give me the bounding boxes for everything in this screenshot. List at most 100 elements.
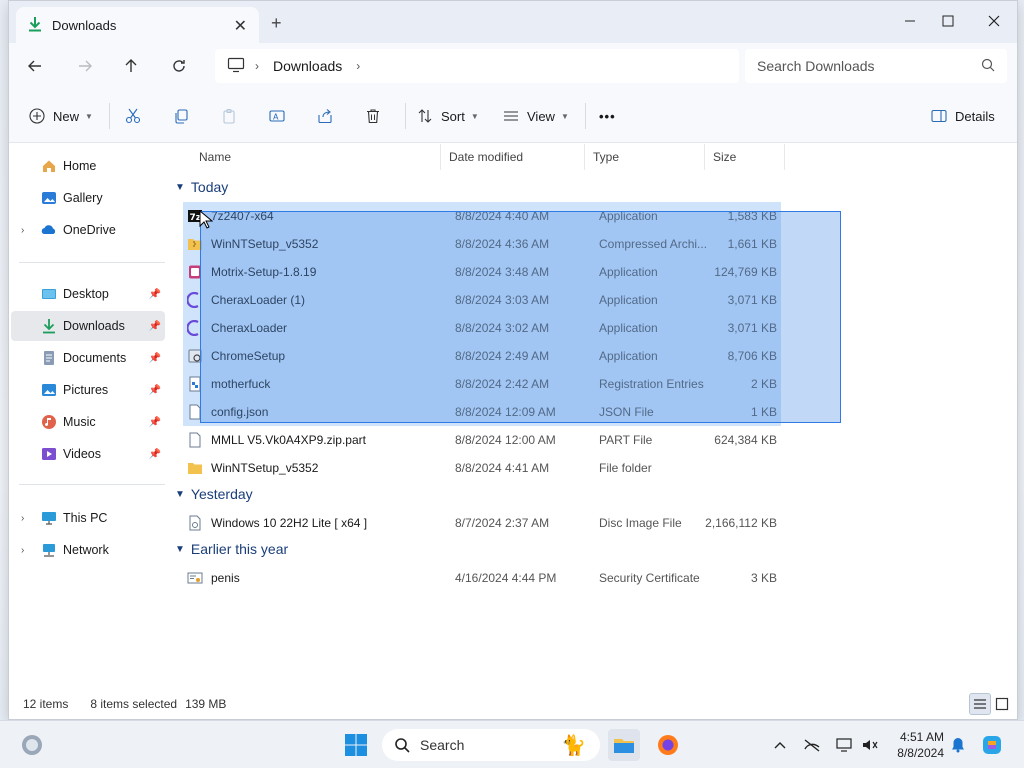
chevron-right-icon[interactable]: › xyxy=(21,513,24,524)
sidebar-item-music[interactable]: Music 📌 xyxy=(11,407,165,437)
sidebar-item-label: OneDrive xyxy=(63,223,116,237)
breadcrumb-chevron-icon[interactable]: › xyxy=(255,59,259,73)
sort-button[interactable]: Sort ▼ xyxy=(417,103,479,129)
group-header-earlier-this-year[interactable]: ▼ Earlier this year xyxy=(175,541,288,557)
view-label: View xyxy=(527,108,555,124)
taskbar-clock[interactable]: 4:51 AM 8/8/2024 xyxy=(880,729,944,761)
firefox-icon[interactable] xyxy=(652,729,684,761)
sidebar-item-downloads[interactable]: Downloads 📌 xyxy=(11,311,165,341)
start-button[interactable] xyxy=(340,729,372,761)
pin-icon[interactable]: 📌 xyxy=(149,289,161,300)
tab-close-button[interactable]: ✕ xyxy=(234,16,247,36)
widgets-icon[interactable] xyxy=(16,729,48,761)
cut-button[interactable] xyxy=(125,103,141,129)
file-date: 8/8/2024 4:36 AM xyxy=(455,237,550,251)
chevron-down-icon: ▼ xyxy=(175,181,185,193)
pin-icon[interactable]: 📌 xyxy=(149,449,161,460)
paste-button[interactable] xyxy=(221,103,237,129)
file-row[interactable]: WinNTSetup_v5352 8/8/2024 4:36 AM Compre… xyxy=(183,230,781,258)
volume-icon[interactable] xyxy=(860,735,880,755)
network-offline-icon[interactable] xyxy=(802,735,822,755)
certificate-icon xyxy=(187,570,203,586)
more-options-button[interactable]: ••• xyxy=(599,103,616,129)
file-row[interactable]: CheraxLoader (1) 8/8/2024 3:03 AM Applic… xyxy=(183,286,781,314)
file-name: CheraxLoader (1) xyxy=(211,293,306,307)
copilot-icon[interactable] xyxy=(976,729,1008,761)
file-row[interactable]: 7z 7z2407-x64 8/8/2024 4:40 AM Applicati… xyxy=(183,202,781,230)
file-row[interactable]: motherfuck 8/8/2024 2:42 AM Registration… xyxy=(183,370,781,398)
group-label: Today xyxy=(190,179,229,195)
details-pane-icon xyxy=(931,109,947,123)
this-pc-icon[interactable] xyxy=(227,57,245,76)
sidebar-item-this-pc[interactable]: › This PC xyxy=(11,503,165,533)
new-tab-button[interactable]: + xyxy=(271,13,282,34)
sidebar-item-onedrive[interactable]: › OneDrive xyxy=(11,215,165,245)
column-header-name[interactable]: Name xyxy=(191,144,441,170)
file-row[interactable]: Motrix-Setup-1.8.19 8/8/2024 3:48 AM App… xyxy=(183,258,781,286)
up-button[interactable] xyxy=(117,53,145,79)
file-row[interactable]: CheraxLoader 8/8/2024 3:02 AM Applicatio… xyxy=(183,314,781,342)
file-date: 8/8/2024 3:48 AM xyxy=(455,265,550,279)
file-row[interactable]: Windows 10 22H2 Lite [ x64 ] 8/7/2024 2:… xyxy=(183,509,781,537)
search-input[interactable]: Search Downloads xyxy=(745,49,1007,83)
sidebar-item-desktop[interactable]: Desktop 📌 xyxy=(11,279,165,309)
navigation-pane: Home Gallery › OneDrive Desktop 📌 Downlo… xyxy=(9,144,169,684)
file-row[interactable]: MMLL V5.Vk0A4XP9.zip.part 8/8/2024 12:00… xyxy=(183,426,781,454)
sidebar-item-gallery[interactable]: Gallery xyxy=(11,183,165,213)
chevron-up-icon[interactable] xyxy=(770,735,790,755)
display-icon[interactable] xyxy=(834,735,854,755)
file-explorer-taskbar-icon[interactable] xyxy=(608,729,640,761)
column-header-date[interactable]: Date modified xyxy=(441,144,585,170)
tab-downloads[interactable]: Downloads ✕ xyxy=(16,7,259,43)
paste-icon xyxy=(223,108,235,124)
pin-icon[interactable]: 📌 xyxy=(149,417,161,428)
new-button[interactable]: New ▼ xyxy=(29,103,93,129)
pin-icon[interactable]: 📌 xyxy=(149,321,161,332)
group-header-yesterday[interactable]: ▼ Yesterday xyxy=(175,486,253,502)
file-date: 8/8/2024 4:41 AM xyxy=(455,461,550,475)
forward-button[interactable] xyxy=(71,53,99,79)
view-button[interactable]: View ▼ xyxy=(503,103,569,129)
file-size: 2 KB xyxy=(750,377,777,391)
toolbar-divider xyxy=(405,103,406,129)
plus-circle-icon xyxy=(29,108,45,124)
sidebar-item-network[interactable]: › Network xyxy=(11,535,165,565)
pin-icon[interactable]: 📌 xyxy=(149,385,161,396)
column-header-size[interactable]: Size xyxy=(705,144,785,170)
refresh-button[interactable] xyxy=(165,53,193,79)
copy-button[interactable] xyxy=(173,103,189,129)
breadcrumb-chevron-icon[interactable]: › xyxy=(356,59,360,73)
rename-button[interactable]: A xyxy=(269,103,285,129)
group-header-today[interactable]: ▼ Today xyxy=(175,179,228,195)
sidebar-item-documents[interactable]: Documents 📌 xyxy=(11,343,165,373)
file-row[interactable]: config.json 8/8/2024 12:09 AM JSON File … xyxy=(183,398,781,426)
notification-bell-icon[interactable] xyxy=(948,735,968,755)
download-arrow-icon xyxy=(28,16,42,35)
file-row[interactable]: penis 4/16/2024 4:44 PM Security Certifi… xyxy=(183,564,781,592)
file-row[interactable]: ChromeSetup 8/8/2024 2:49 AM Application… xyxy=(183,342,781,370)
column-header-type[interactable]: Type xyxy=(585,144,705,170)
maximize-button[interactable] xyxy=(925,7,971,35)
details-view-button[interactable] xyxy=(969,693,991,715)
close-window-button[interactable] xyxy=(971,7,1017,35)
sidebar-item-home[interactable]: Home xyxy=(11,151,165,181)
address-bar[interactable]: › Downloads › xyxy=(215,49,739,83)
videos-icon xyxy=(41,446,57,462)
file-row[interactable]: WinNTSetup_v5352 8/8/2024 4:41 AM File f… xyxy=(183,454,781,482)
tiles-view-button[interactable] xyxy=(991,693,1013,715)
details-pane-button[interactable]: Details xyxy=(931,103,995,129)
taskbar-search-box[interactable]: Search 🐈 xyxy=(382,729,600,761)
delete-button[interactable] xyxy=(365,103,381,129)
chevron-right-icon[interactable]: › xyxy=(21,545,24,556)
breadcrumb-downloads[interactable]: Downloads xyxy=(273,58,342,74)
clock-date: 8/8/2024 xyxy=(897,746,944,760)
sidebar-item-pictures[interactable]: Pictures 📌 xyxy=(11,375,165,405)
pin-icon[interactable]: 📌 xyxy=(149,353,161,364)
sidebar-item-label: Music xyxy=(63,415,96,429)
back-button[interactable] xyxy=(21,53,49,79)
chevron-right-icon[interactable]: › xyxy=(21,225,24,236)
sidebar-item-videos[interactable]: Videos 📌 xyxy=(11,439,165,469)
share-button[interactable] xyxy=(317,103,333,129)
file-type: Security Certificate xyxy=(599,571,700,585)
file-date: 8/8/2024 3:03 AM xyxy=(455,293,550,307)
